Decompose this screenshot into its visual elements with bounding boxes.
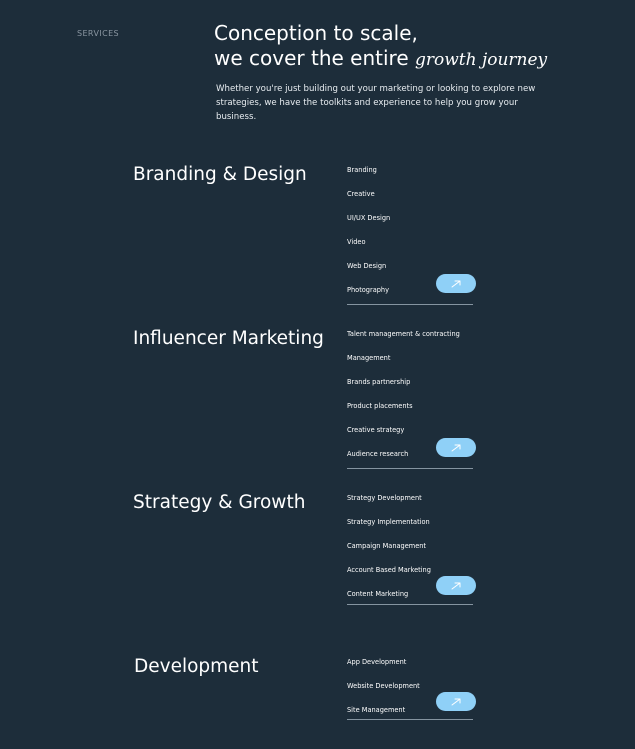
service-divider (347, 719, 473, 720)
service-divider (347, 604, 473, 605)
service-item[interactable]: Strategy Implementation (347, 516, 473, 540)
service-item[interactable]: Creative (347, 188, 473, 212)
arrow-up-right-icon (451, 280, 461, 287)
service-item[interactable]: Talent management & contracting (347, 328, 473, 352)
service-title: Strategy & Growth (133, 492, 306, 513)
arrow-up-right-icon (451, 698, 461, 705)
section-label: SERVICES (77, 29, 120, 38)
service-divider (347, 304, 473, 305)
service-item[interactable]: Strategy Development (347, 492, 473, 516)
service-title: Influencer Marketing (133, 328, 324, 349)
branding-design-arrow-button[interactable] (436, 274, 476, 293)
arrow-up-right-icon (451, 582, 461, 589)
intro-paragraph: Whether you're just building out your ma… (216, 84, 536, 122)
influencer-marketing-arrow-button[interactable] (436, 438, 476, 457)
page-headline: Conception to scale, we cover the entire… (214, 21, 594, 73)
service-item[interactable]: Product placements (347, 400, 473, 424)
strategy-growth-arrow-button[interactable] (436, 576, 476, 595)
service-item[interactable]: Branding (347, 164, 473, 188)
service-item[interactable]: Brands partnership (347, 376, 473, 400)
service-title: Branding & Design (133, 164, 307, 185)
headline-plain-text: we cover the entire (214, 46, 409, 70)
headline-line-1: Conception to scale, (214, 21, 418, 45)
service-title: Development (134, 656, 259, 677)
service-divider (347, 468, 473, 469)
development-arrow-button[interactable] (436, 692, 476, 711)
service-item[interactable]: Campaign Management (347, 540, 473, 564)
service-item[interactable]: Management (347, 352, 473, 376)
service-item[interactable]: UI/UX Design (347, 212, 473, 236)
arrow-up-right-icon (451, 444, 461, 451)
headline-accent-text: growth journey (414, 50, 548, 70)
service-item[interactable]: Video (347, 236, 473, 260)
headline-line-2: we cover the entire growth journey (214, 46, 594, 73)
service-item[interactable]: App Development (347, 656, 473, 680)
